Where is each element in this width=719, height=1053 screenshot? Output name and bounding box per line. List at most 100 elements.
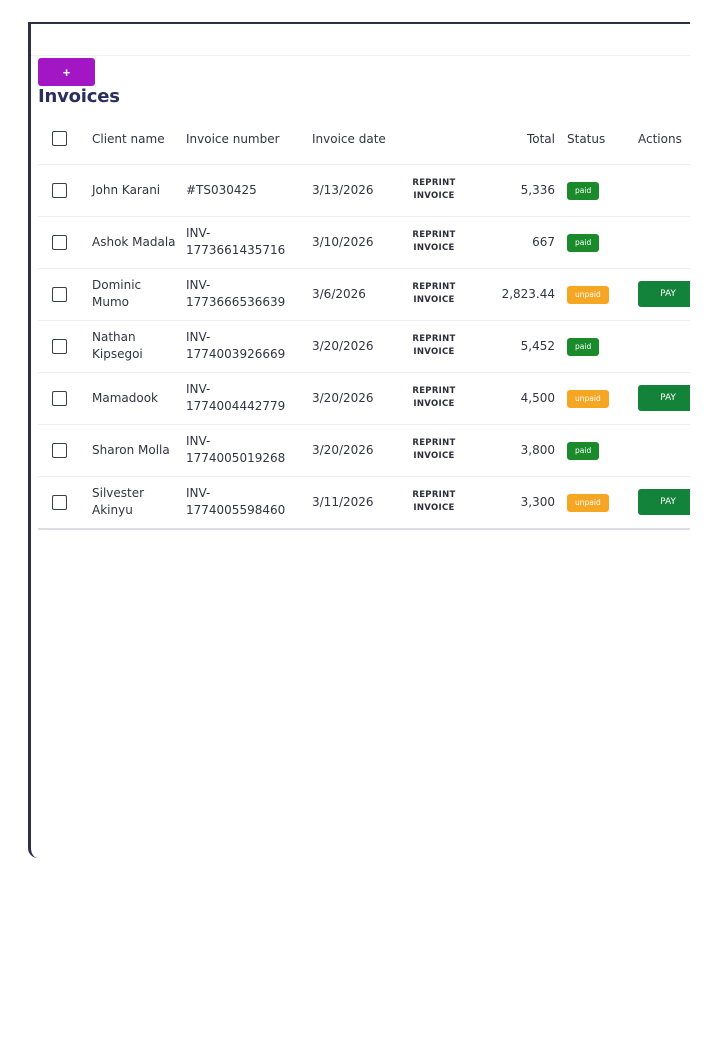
invoice-date-cell: 3/20/2026	[312, 442, 374, 457]
reprint-cell: REPRINT INVOICE	[400, 424, 482, 476]
invoice-date-cell: 3/20/2026	[312, 390, 374, 405]
invoice-number-cell: INV-1774005019268	[186, 434, 286, 465]
header-reprint	[400, 114, 482, 164]
status-cell: unpaid	[563, 268, 634, 320]
reprint-invoice-button[interactable]: REPRINT INVOICE	[404, 177, 464, 203]
invoice-number-cell: INV-1774003926669	[186, 330, 286, 361]
total-cell: 5,452	[520, 338, 555, 353]
total-cell: 5,336	[520, 182, 555, 197]
row-select-cell	[38, 216, 88, 268]
client-name-cell: Sharon Molla	[92, 442, 170, 457]
reprint-invoice-button[interactable]: REPRINT INVOICE	[404, 489, 464, 515]
header-invoice-number[interactable]: Invoice number	[182, 114, 308, 164]
invoice-number-cell: INV-1774005598460	[186, 486, 286, 518]
row-checkbox[interactable]	[52, 182, 67, 198]
reprint-cell: REPRINT INVOICE	[400, 216, 482, 268]
actions-cell	[634, 216, 690, 268]
row-checkbox[interactable]	[52, 494, 67, 510]
reprint-invoice-button[interactable]: REPRINT INVOICE	[404, 437, 464, 463]
invoices-table-card: Client name Invoice number Invoice date …	[38, 114, 690, 530]
reprint-cell: REPRINT INVOICE	[400, 268, 482, 320]
status-badge: unpaid	[567, 389, 609, 408]
reprint-invoice-button[interactable]: REPRINT INVOICE	[404, 281, 464, 307]
table-row: Dominic Mumo INV-1773666536639 3/6/2026 …	[38, 268, 690, 320]
client-name-cell: Ashok Madala	[92, 234, 176, 249]
table-row: Sharon Molla INV-1774005019268 3/20/2026…	[38, 424, 690, 476]
row-checkbox[interactable]	[52, 390, 67, 406]
total-cell: 4,500	[520, 390, 555, 405]
table-row: Nathan Kipsegoi INV-1774003926669 3/20/2…	[38, 320, 690, 372]
client-name-cell: John Karani	[92, 182, 161, 197]
status-cell: paid	[563, 424, 634, 476]
pay-button[interactable]: PAY	[638, 489, 690, 516]
header-status[interactable]: Status	[563, 114, 634, 164]
status-badge: unpaid	[567, 493, 609, 512]
header-total[interactable]: Total	[482, 114, 563, 164]
top-strip	[31, 24, 690, 56]
status-badge: paid	[567, 181, 600, 200]
invoice-number-cell: #TS030425	[186, 182, 257, 197]
invoice-number-cell: INV-1773661435716	[186, 226, 286, 257]
total-cell: 667	[532, 234, 555, 249]
invoice-number-cell: INV-1774004442779	[186, 382, 286, 413]
invoice-date-cell: 3/20/2026	[312, 338, 374, 353]
invoice-date-cell: 3/13/2026	[312, 182, 374, 197]
actions-cell	[634, 164, 690, 216]
reprint-cell: REPRINT INVOICE	[400, 164, 482, 216]
row-select-cell	[38, 424, 88, 476]
header-invoice-date[interactable]: Invoice date	[308, 114, 400, 164]
status-cell: paid	[563, 164, 634, 216]
reprint-invoice-button[interactable]: REPRINT INVOICE	[404, 229, 464, 255]
row-checkbox[interactable]	[52, 442, 67, 458]
row-select-cell	[38, 268, 88, 320]
table-row: Mamadook INV-1774004442779 3/20/2026 REP…	[38, 372, 690, 424]
status-badge: unpaid	[567, 285, 609, 304]
select-all-cell	[38, 114, 88, 164]
table-header-row: Client name Invoice number Invoice date …	[38, 114, 690, 164]
total-cell: 3,300	[520, 494, 555, 509]
app-frame: + Invoices Client name Invoice number In…	[28, 22, 690, 858]
actions-cell: PAY	[634, 372, 690, 424]
reprint-invoice-button[interactable]: REPRINT INVOICE	[404, 333, 464, 359]
row-select-cell	[38, 164, 88, 216]
row-checkbox[interactable]	[52, 338, 67, 354]
client-name-cell: Dominic Mumo	[92, 278, 142, 309]
select-all-checkbox[interactable]	[52, 131, 67, 147]
reprint-cell: REPRINT INVOICE	[400, 372, 482, 424]
actions-cell: PAY	[634, 268, 690, 320]
invoice-date-cell: 3/11/2026	[312, 494, 374, 509]
status-badge: paid	[567, 441, 600, 460]
invoice-date-cell: 3/6/2026	[312, 286, 366, 301]
row-checkbox[interactable]	[52, 286, 67, 302]
table-row: Silvester Akinyu INV-1774005598460 3/11/…	[38, 476, 690, 528]
client-name-cell: Silvester Akinyu	[92, 486, 145, 518]
actions-cell	[634, 320, 690, 372]
table-row: John Karani #TS030425 3/13/2026 REPRINT …	[38, 164, 690, 216]
table-row: Ashok Madala INV-1773661435716 3/10/2026…	[38, 216, 690, 268]
client-name-cell: Nathan Kipsegoi	[92, 330, 143, 361]
reprint-cell: REPRINT INVOICE	[400, 320, 482, 372]
pay-button[interactable]: PAY	[638, 385, 690, 411]
pay-button[interactable]: PAY	[638, 281, 690, 307]
row-select-cell	[38, 320, 88, 372]
total-cell: 2,823.44	[501, 286, 555, 301]
invoices-table: Client name Invoice number Invoice date …	[38, 114, 690, 528]
status-badge: paid	[567, 233, 600, 252]
row-checkbox[interactable]	[52, 234, 67, 250]
add-invoice-button[interactable]: +	[38, 58, 95, 86]
row-select-cell	[38, 372, 88, 424]
total-cell: 3,800	[520, 442, 555, 457]
invoice-date-cell: 3/10/2026	[312, 234, 374, 249]
page-title: Invoices	[38, 86, 120, 107]
header-client-name[interactable]: Client name	[88, 114, 182, 164]
status-badge: paid	[567, 337, 600, 356]
reprint-cell: REPRINT INVOICE	[400, 476, 482, 528]
status-cell: paid	[563, 320, 634, 372]
actions-cell: PAY	[634, 476, 690, 528]
invoice-number-cell: INV-1773666536639	[186, 278, 286, 309]
status-cell: unpaid	[563, 372, 634, 424]
reprint-invoice-button[interactable]: REPRINT INVOICE	[404, 385, 464, 411]
row-select-cell	[38, 476, 88, 528]
status-cell: paid	[563, 216, 634, 268]
table-body: John Karani #TS030425 3/13/2026 REPRINT …	[38, 164, 690, 528]
